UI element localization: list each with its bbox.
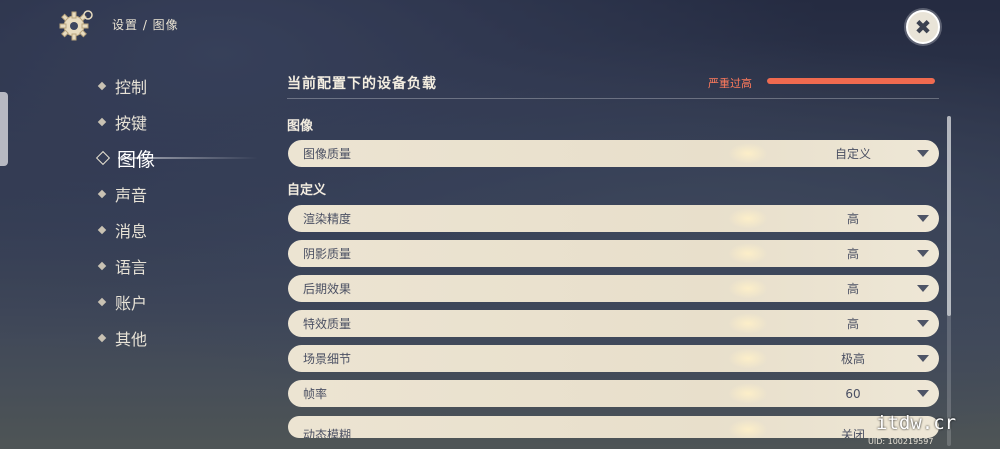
device-load-status: 严重过高 [708, 77, 752, 90]
nav-item-label: 其他 [115, 330, 148, 349]
nav-item-audio[interactable]: 声音 [96, 176, 256, 212]
sparkle-decoration [728, 313, 768, 334]
diamond-icon [97, 81, 107, 91]
diamond-icon [97, 117, 107, 127]
setting-value: 高 [846, 247, 859, 261]
nav-item-label: 按键 [115, 114, 148, 133]
setting-label: 场景细节 [303, 352, 352, 366]
setting-label: 渲染精度 [303, 212, 352, 226]
chevron-down-icon [917, 320, 929, 327]
nav-item-language[interactable]: 语言 [96, 248, 256, 284]
setting-value: 自定义 [834, 147, 871, 161]
uid-label: UID: 100219597 [868, 437, 934, 446]
sparkle-decoration [728, 383, 768, 404]
frame-rate-dropdown[interactable]: 帧率 60 [288, 380, 939, 407]
chevron-down-icon [917, 250, 929, 257]
shadow-quality-dropdown[interactable]: 阴影质量 高 [288, 240, 939, 267]
sparkle-decoration [728, 208, 768, 229]
setting-value: 60 [845, 386, 861, 401]
watermark: itdw.cr [876, 412, 957, 434]
setting-label: 阴影质量 [303, 247, 352, 261]
diamond-icon [95, 150, 111, 166]
effects-quality-dropdown[interactable]: 特效质量 高 [288, 310, 939, 337]
device-load-bar [767, 78, 935, 84]
device-load-title: 当前配置下的设备负载 [287, 76, 437, 92]
close-icon: ✖ [914, 15, 932, 39]
setting-label: 图像质量 [303, 147, 352, 161]
section-title-custom: 自定义 [287, 183, 327, 198]
post-processing-dropdown[interactable]: 后期效果 高 [288, 275, 939, 302]
device-load-fill [767, 78, 935, 84]
nav-item-controls[interactable]: 控制 [96, 68, 256, 104]
nav-item-label: 控制 [115, 78, 148, 97]
nav-item-label: 声音 [115, 186, 148, 205]
scrollbar[interactable] [947, 116, 951, 446]
edge-tab[interactable] [0, 92, 8, 166]
setting-label: 后期效果 [303, 282, 352, 296]
diamond-icon [97, 297, 107, 307]
setting-value: 极高 [840, 352, 865, 366]
image-quality-dropdown[interactable]: 图像质量 自定义 [288, 140, 939, 167]
chevron-down-icon [917, 390, 929, 397]
diamond-icon [97, 261, 107, 271]
section-title-image: 图像 [287, 119, 314, 134]
nav-item-label: 消息 [115, 222, 148, 241]
breadcrumb: 设置 / 图像 [112, 18, 179, 32]
gear-icon [59, 10, 93, 41]
close-button[interactable]: ✖ [906, 10, 940, 44]
nav-item-other[interactable]: 其他 [96, 320, 256, 356]
sparkle-decoration [728, 243, 768, 264]
settings-nav: 控制 按键 图像 声音 消息 语言 账户 其他 [95, 68, 258, 356]
device-load-row: 当前配置下的设备负载 严重过高 [287, 66, 939, 99]
scrollbar-thumb[interactable] [947, 116, 951, 316]
sparkle-decoration [728, 348, 768, 369]
render-resolution-dropdown[interactable]: 渲染精度 高 [288, 205, 939, 232]
setting-value: 高 [846, 282, 859, 296]
setting-label: 特效质量 [303, 317, 352, 331]
active-glow [118, 157, 258, 159]
setting-value: 高 [846, 212, 859, 226]
setting-value: 高 [846, 317, 859, 331]
sparkle-decoration [728, 278, 768, 299]
diamond-icon [97, 333, 107, 343]
nav-item-graphics[interactable]: 图像 [95, 140, 258, 176]
scene-detail-dropdown[interactable]: 场景细节 极高 [288, 345, 939, 372]
chevron-down-icon [917, 150, 929, 157]
nav-item-label: 账户 [115, 294, 148, 313]
diamond-icon [97, 225, 107, 235]
setting-label: 动态模糊 [303, 428, 352, 438]
nav-item-label: 语言 [115, 258, 148, 277]
nav-item-messages[interactable]: 消息 [96, 212, 256, 248]
diamond-icon [97, 189, 107, 199]
setting-label: 帧率 [303, 387, 328, 401]
chevron-down-icon [917, 355, 929, 362]
chevron-down-icon [917, 285, 929, 292]
nav-item-account[interactable]: 账户 [96, 284, 256, 320]
sparkle-decoration [728, 143, 768, 164]
nav-item-keybinds[interactable]: 按键 [96, 104, 256, 140]
motion-blur-dropdown[interactable]: 动态模糊 关闭 [288, 416, 939, 438]
chevron-down-icon [917, 215, 929, 222]
sparkle-decoration [728, 419, 768, 438]
